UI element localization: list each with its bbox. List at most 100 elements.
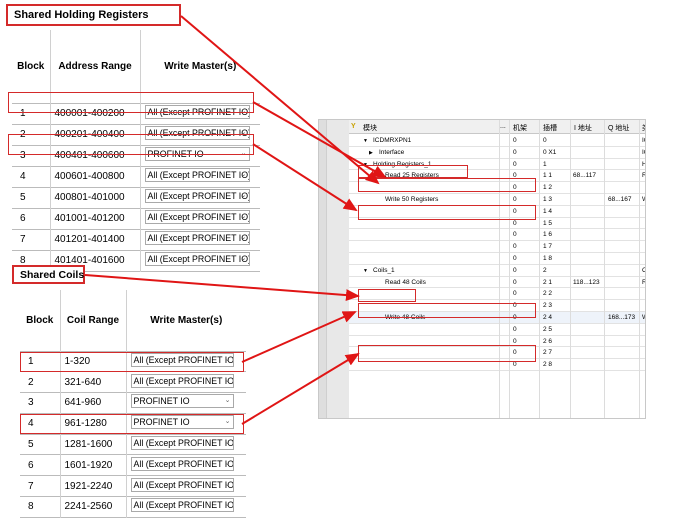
column-header-block: Block xyxy=(12,30,51,103)
write-master-select[interactable]: PROFINET IO ⌄ xyxy=(144,147,250,161)
chevron-down-icon: ⌄ xyxy=(240,192,247,199)
slot-value: 1 6 xyxy=(543,231,553,239)
write-master-value: All (Except PROFINET IO) xyxy=(147,170,250,180)
range-cell: 2241-2560 xyxy=(60,496,127,518)
slot-value: 2 6 xyxy=(543,337,553,345)
write-master-select[interactable]: All (Except PROFINET IO) ⌄ xyxy=(130,498,234,513)
header-slot[interactable]: 插槽 xyxy=(543,123,557,133)
device-row[interactable]: 0 1 6 xyxy=(349,229,645,242)
chevron-down-icon: ⌄ xyxy=(224,439,231,447)
write-master-value: All (Except PROFINET IO) xyxy=(147,254,250,264)
device-row[interactable]: 0 1 5 xyxy=(349,217,645,230)
write-master-cell: All (Except PROFINET IO) ⌄ xyxy=(126,351,246,372)
write-master-select[interactable]: All (Except PROFINET IO) ⌄ xyxy=(144,210,250,224)
filter-icon[interactable]: Y xyxy=(351,123,356,130)
table-row: 4 400601-400800 All (Except PROFINET IO) ⌄ xyxy=(12,166,260,187)
slot-value: 2 2 xyxy=(543,290,553,298)
header-rack[interactable]: 机架 xyxy=(513,123,527,133)
device-row[interactable]: 0 2 7 xyxy=(349,347,645,360)
write-master-select[interactable]: All (Except PROFINET IO) ⌄ xyxy=(130,373,234,388)
write-master-select[interactable]: All (Except PROFINET IO) ⌄ xyxy=(144,189,250,203)
write-master-value: All (Except PROFINET IO) xyxy=(133,438,234,449)
table-row: 2 321-640 All (Except PROFINET IO) ⌄ xyxy=(20,371,246,393)
q-address-value: 168...173 xyxy=(608,314,636,321)
rack-value: 0 xyxy=(513,302,517,310)
write-master-cell: All (Except PROFINET IO) ⌄ xyxy=(140,208,260,229)
i-address-value: 118...123 xyxy=(573,278,600,286)
device-row[interactable]: Read 25 Registers 0 1 1 68...117 Read 2... xyxy=(349,170,645,183)
write-master-select[interactable]: All (Except PROFINET IO) ⌄ xyxy=(144,252,250,266)
chevron-down-icon: ⌄ xyxy=(224,397,231,405)
write-master-cell: PROFINET IO ⌄ xyxy=(126,413,246,434)
device-row[interactable]: 0 2 3 xyxy=(349,300,645,312)
device-row[interactable]: Write 50 Registers 0 1 3 68...167 Write 5... xyxy=(349,194,645,206)
vertical-scrollbar[interactable] xyxy=(319,120,327,418)
device-row[interactable]: 0 2 8 xyxy=(349,359,645,371)
device-row[interactable]: Write 48 Coils 0 2 4 168...173 Write 4... xyxy=(349,312,645,324)
write-master-value: All (Except PROFINET IO) xyxy=(133,375,234,386)
table-row: 8 2241-2560 All (Except PROFINET IO) ⌄ xyxy=(20,496,246,518)
block-cell: 7 xyxy=(12,229,51,250)
expand-arrow-icon[interactable]: ▶ xyxy=(369,150,373,156)
range-cell: 641-960 xyxy=(60,392,127,414)
header-module[interactable]: 模块 xyxy=(363,123,377,133)
device-row[interactable]: 0 1 7 xyxy=(349,241,645,253)
device-row[interactable]: 0 2 5 xyxy=(349,323,645,336)
device-row[interactable]: ▼ Holding Registers_1 0 1 Holding... xyxy=(349,158,645,171)
write-master-value: PROFINET IO xyxy=(133,396,190,407)
write-master-cell: All (Except PROFINET IO) ⌄ xyxy=(140,103,260,124)
chevron-down-icon: ⌄ xyxy=(240,255,247,262)
device-row[interactable]: ▶ Interface 0 0 X1 ICDMRX... xyxy=(349,146,645,159)
slot-value: 0 X1 xyxy=(543,148,557,156)
header-more[interactable]: ... xyxy=(500,123,506,130)
column-header-write-masters: Write Master(s) xyxy=(164,60,237,72)
block-cell: 1 xyxy=(20,351,61,372)
device-row[interactable]: ▼ ICDMRXPN1 0 0 ICDMR... xyxy=(349,135,645,147)
device-row[interactable]: 0 1 8 xyxy=(349,253,645,265)
write-master-select[interactable]: All (Except PROFINET IO) ⌄ xyxy=(144,126,250,140)
collapse-arrow-icon[interactable]: ▼ xyxy=(363,268,368,274)
write-master-select[interactable]: All (Except PROFINET IO) ⌄ xyxy=(144,168,250,182)
write-master-select[interactable]: PROFINET IO ⌄ xyxy=(130,394,234,409)
write-master-select[interactable]: PROFINET IO ⌄ xyxy=(130,415,234,430)
rack-value: 0 xyxy=(513,349,517,357)
write-master-cell: All (Except PROFINET IO) ⌄ xyxy=(140,166,260,187)
device-row[interactable]: 0 2 6 xyxy=(349,335,645,348)
slot-value: 1 2 xyxy=(543,184,553,192)
write-master-cell: All (Except PROFINET IO) ⌄ xyxy=(126,455,246,476)
write-master-cell: All (Except PROFINET IO) ⌄ xyxy=(126,434,246,455)
device-row[interactable]: ▼ Coils_1 0 2 Coils xyxy=(349,264,645,277)
write-master-select[interactable]: All (Except PROFINET IO) ⌄ xyxy=(130,436,234,451)
slot-value: 1 5 xyxy=(543,219,553,227)
write-master-select[interactable]: All (Except PROFINET IO) ⌄ xyxy=(130,477,234,492)
header-i-address[interactable]: I 地址 xyxy=(574,123,592,133)
write-master-select[interactable]: All (Except PROFINET IO) ⌄ xyxy=(130,456,234,471)
write-master-value: All (Except PROFINET IO) xyxy=(147,233,250,243)
block-cell: 3 xyxy=(20,392,61,414)
holding-registers-table: Block Address Range Write Master(s) 1 400… xyxy=(12,30,260,272)
header-type[interactable]: 类型 xyxy=(642,123,645,133)
table-row: 6 1601-1920 All (Except PROFINET IO) ⌄ xyxy=(20,454,246,476)
chevron-down-icon: ⌄ xyxy=(240,171,247,178)
write-master-select[interactable]: All (Except PROFINET IO) ⌄ xyxy=(144,105,250,119)
device-row[interactable]: Read 48 Coils 0 2 1 118...123 Read 4... xyxy=(349,276,645,289)
chevron-down-icon: ⌄ xyxy=(240,129,247,136)
write-master-select[interactable]: All (Except PROFINET IO) ⌄ xyxy=(130,352,234,367)
collapse-arrow-icon[interactable]: ▼ xyxy=(363,138,368,144)
block-cell: 8 xyxy=(20,496,61,518)
slot-value: 1 1 xyxy=(543,172,553,180)
device-row[interactable]: 0 2 2 xyxy=(349,288,645,301)
block-cell: 1 xyxy=(12,103,51,124)
write-master-select[interactable]: All (Except PROFINET IO) ⌄ xyxy=(144,231,250,245)
table-row: 3 400401-400600 PROFINET IO ⌄ xyxy=(12,145,260,166)
device-row[interactable]: 0 1 2 xyxy=(349,182,645,194)
chevron-down-icon: ⌄ xyxy=(224,480,231,488)
slot-value: 2 8 xyxy=(543,361,553,369)
header-q-address[interactable]: Q 地址 xyxy=(608,123,629,133)
table-row: 5 1281-1600 All (Except PROFINET IO) ⌄ xyxy=(20,434,246,455)
collapse-arrow-icon[interactable]: ▼ xyxy=(363,162,368,168)
range-cell: 400001-400200 xyxy=(50,103,141,124)
slot-value: 2 3 xyxy=(543,302,553,310)
device-row[interactable]: 0 1 4 xyxy=(349,205,645,218)
range-cell: 401201-401400 xyxy=(50,229,141,250)
